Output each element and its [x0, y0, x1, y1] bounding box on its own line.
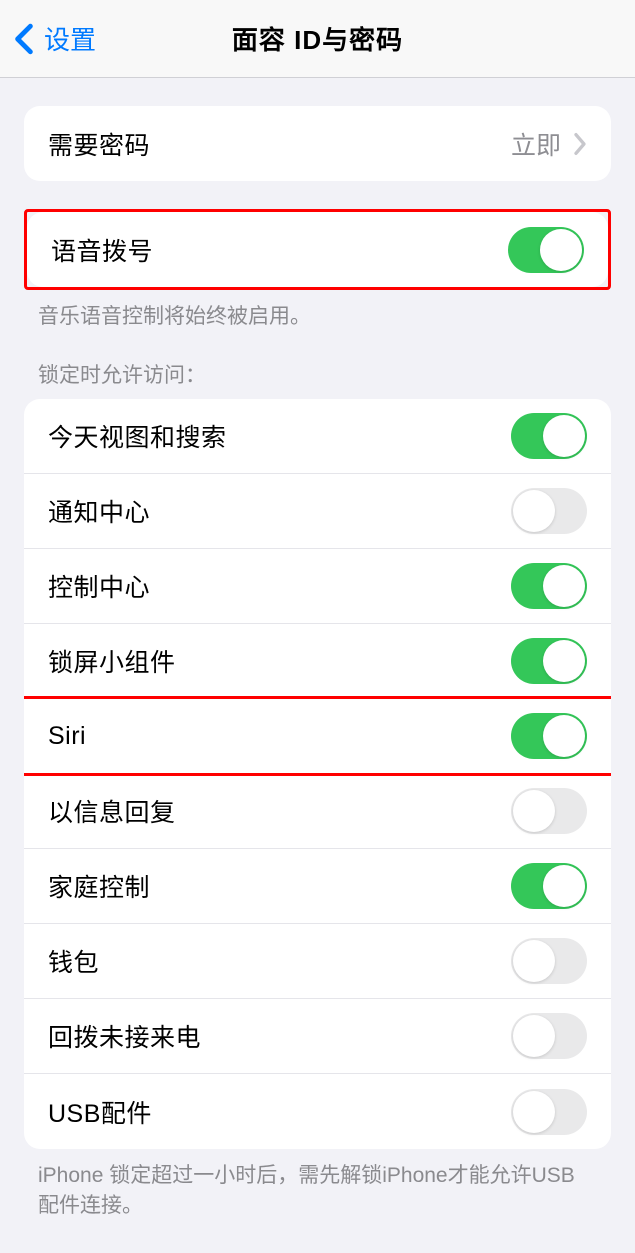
voice-dial-card: 语音拨号 — [27, 212, 608, 287]
back-button[interactable]: 设置 — [0, 20, 96, 57]
back-label: 设置 — [44, 20, 96, 57]
voice-dial-highlight: 语音拨号 — [24, 209, 611, 290]
toggle-knob — [513, 490, 555, 532]
today-view-toggle[interactable] — [511, 413, 587, 459]
toggle-knob — [543, 415, 585, 457]
wallet-toggle[interactable] — [511, 938, 587, 984]
settings-content: 需要密码 立即 语音拨号 音乐语音控制将始终被启用。 — [0, 106, 635, 1220]
page-title: 面容 ID与密码 — [232, 20, 403, 57]
toggle-knob — [540, 229, 582, 271]
require-passcode-card: 需要密码 立即 — [24, 106, 611, 181]
wallet-label: 钱包 — [48, 943, 99, 979]
home-control-row: 家庭控制 — [24, 849, 611, 924]
voice-dial-toggle[interactable] — [508, 227, 584, 273]
reply-message-row: 以信息回复 — [24, 774, 611, 849]
lock-access-card: 今天视图和搜索 通知中心 控制中心 锁屏小组件 Siri 以信息回复 家庭控制 — [24, 399, 611, 1149]
toggle-knob — [543, 865, 585, 907]
return-calls-label: 回拨未接来电 — [48, 1018, 201, 1054]
siri-label: Siri — [48, 722, 86, 751]
usb-accessories-label: USB配件 — [48, 1094, 152, 1130]
usb-accessories-toggle[interactable] — [511, 1089, 587, 1135]
lock-access-header: 锁定时允许访问： — [0, 331, 635, 399]
nav-header: 设置 面容 ID与密码 — [0, 0, 635, 78]
require-passcode-value-wrap: 立即 — [511, 126, 587, 162]
voice-dial-row: 语音拨号 — [27, 212, 608, 287]
siri-toggle[interactable] — [511, 713, 587, 759]
notification-center-toggle[interactable] — [511, 488, 587, 534]
lock-widgets-row: 锁屏小组件 — [24, 624, 611, 699]
require-passcode-label: 需要密码 — [48, 126, 150, 162]
today-view-label: 今天视图和搜索 — [48, 418, 227, 454]
voice-dial-footer: 音乐语音控制将始终被启用。 — [0, 290, 635, 331]
notification-center-label: 通知中心 — [48, 493, 150, 529]
return-calls-toggle[interactable] — [511, 1013, 587, 1059]
notification-center-row: 通知中心 — [24, 474, 611, 549]
lock-widgets-label: 锁屏小组件 — [48, 643, 176, 679]
home-control-label: 家庭控制 — [48, 868, 150, 904]
toggle-knob — [513, 1015, 555, 1057]
control-center-row: 控制中心 — [24, 549, 611, 624]
toggle-knob — [513, 1091, 555, 1133]
toggle-knob — [513, 940, 555, 982]
require-passcode-value: 立即 — [511, 126, 561, 162]
chevron-left-icon — [14, 23, 34, 55]
return-calls-row: 回拨未接来电 — [24, 999, 611, 1074]
chevron-right-icon — [573, 132, 587, 156]
today-view-row: 今天视图和搜索 — [24, 399, 611, 474]
require-passcode-row[interactable]: 需要密码 立即 — [24, 106, 611, 181]
reply-message-label: 以信息回复 — [48, 793, 176, 829]
usb-footer: iPhone 锁定超过一小时后，需先解锁iPhone才能允许USB 配件连接。 — [0, 1149, 635, 1220]
toggle-knob — [543, 715, 585, 757]
reply-message-toggle[interactable] — [511, 788, 587, 834]
siri-row: Siri — [24, 699, 611, 774]
voice-dial-label: 语音拨号 — [51, 232, 153, 268]
toggle-knob — [543, 565, 585, 607]
toggle-knob — [513, 790, 555, 832]
control-center-label: 控制中心 — [48, 568, 150, 604]
home-control-toggle[interactable] — [511, 863, 587, 909]
control-center-toggle[interactable] — [511, 563, 587, 609]
wallet-row: 钱包 — [24, 924, 611, 999]
lock-widgets-toggle[interactable] — [511, 638, 587, 684]
usb-accessories-row: USB配件 — [24, 1074, 611, 1149]
toggle-knob — [543, 640, 585, 682]
